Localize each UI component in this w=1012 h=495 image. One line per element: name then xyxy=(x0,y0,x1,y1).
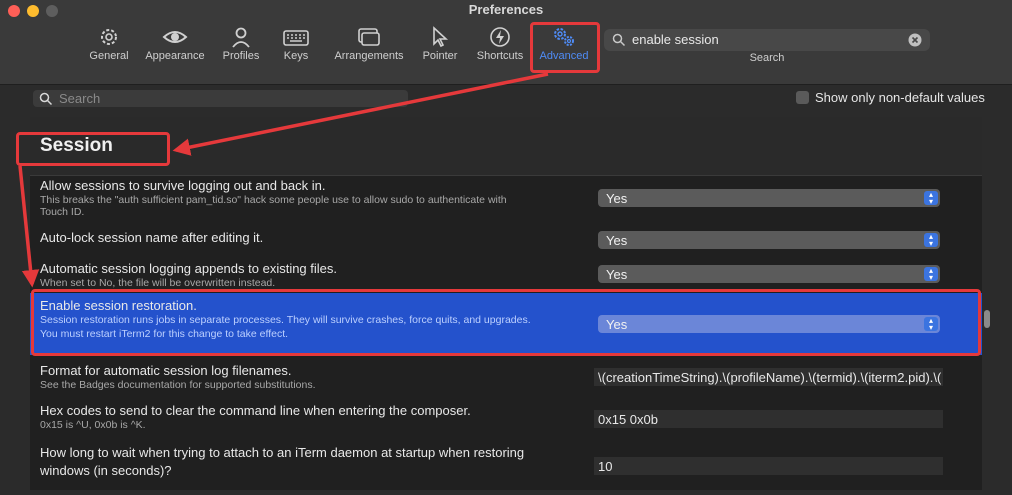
tab-label: General xyxy=(89,50,129,62)
popup-chevron-icon: ▴ ▾ xyxy=(924,233,938,248)
window-title: Preferences xyxy=(468,2,544,17)
setting-text-field[interactable]: \(creationTimeString).\(profileName).\(t… xyxy=(594,368,943,386)
bolt-icon xyxy=(490,27,510,47)
clear-search-icon[interactable] xyxy=(908,33,922,47)
tab-arrangements[interactable]: Arrangements xyxy=(330,26,408,68)
popup-chevron-icon: ▴ ▾ xyxy=(924,267,938,282)
magnifier-icon xyxy=(39,92,53,106)
text-field-value: 0x15 0x0b xyxy=(598,412,658,427)
section-header: Session xyxy=(30,117,984,176)
tab-label: Shortcuts xyxy=(476,50,524,62)
tab-pointer[interactable]: Pointer xyxy=(418,26,462,68)
preferences-search-field[interactable]: enable session xyxy=(604,29,930,51)
setting-title: Format for automatic session log filenam… xyxy=(40,363,292,378)
person-icon xyxy=(232,27,250,48)
popup-value: Yes xyxy=(606,233,628,248)
keyboard-icon xyxy=(283,30,309,46)
annotation-box-selected-row xyxy=(31,289,981,356)
setting-row[interactable]: Automatic session logging appends to exi… xyxy=(30,259,984,291)
setting-popup[interactable]: Yes ▴ ▾ xyxy=(598,231,940,249)
setting-popup[interactable]: Yes ▴ ▾ xyxy=(598,189,940,207)
tab-label: Pointer xyxy=(422,50,458,62)
setting-description: Touch ID. xyxy=(40,206,85,218)
annotation-box-advanced xyxy=(530,22,600,73)
setting-popup[interactable]: Yes ▴ ▾ xyxy=(598,265,940,283)
setting-title-line2: windows (in seconds)? xyxy=(40,463,172,478)
text-field-value: 10 xyxy=(598,459,613,474)
setting-row[interactable]: Hex codes to send to clear the command l… xyxy=(30,403,984,435)
tab-label: Profiles xyxy=(222,50,260,62)
pointer-icon xyxy=(433,26,449,48)
tab-label: Appearance xyxy=(145,50,205,62)
setting-title: Auto-lock session name after editing it. xyxy=(40,230,264,245)
scrollbar-thumb[interactable] xyxy=(984,310,990,328)
setting-row[interactable]: Auto-lock session name after editing it.… xyxy=(30,227,984,255)
setting-description: 0x15 is ^U, 0x0b is ^K. xyxy=(40,419,146,431)
text-field-value: \(creationTimeString).\(profileName).\(t… xyxy=(598,370,941,385)
title-bar: Preferences General Appearance Profiles … xyxy=(0,0,1012,85)
setting-row[interactable]: How long to wait when trying to attach t… xyxy=(30,442,984,482)
tab-profiles[interactable]: Profiles xyxy=(218,26,264,68)
setting-row[interactable]: Format for automatic session log filenam… xyxy=(30,361,984,393)
tab-general[interactable]: General xyxy=(86,26,132,68)
tab-keys[interactable]: Keys xyxy=(276,26,316,68)
popup-value: Yes xyxy=(606,191,628,206)
popup-value: Yes xyxy=(606,267,628,282)
tab-label: Keys xyxy=(283,50,309,62)
setting-text-field[interactable]: 10 xyxy=(594,457,943,475)
filter-placeholder: Search xyxy=(59,91,101,106)
setting-text-field[interactable]: 0x15 0x0b xyxy=(594,410,943,428)
show-non-default-label: Show only non-default values xyxy=(815,90,985,105)
show-non-default-checkbox[interactable] xyxy=(796,91,809,104)
setting-description: When set to No, the file will be overwri… xyxy=(40,277,276,289)
search-label: Search xyxy=(749,52,785,64)
vertical-scrollbar[interactable] xyxy=(982,117,994,490)
setting-description: This breaks the "auth sufficient pam_tid… xyxy=(40,194,507,206)
annotation-box-session xyxy=(16,132,170,166)
tab-appearance[interactable]: Appearance xyxy=(142,26,208,68)
popup-chevron-icon: ▴ ▾ xyxy=(924,191,938,206)
setting-description: See the Badges documentation for support… xyxy=(40,379,316,391)
setting-title: Allow sessions to survive logging out an… xyxy=(40,178,326,193)
tab-shortcuts[interactable]: Shortcuts xyxy=(472,26,528,68)
setting-title: How long to wait when trying to attach t… xyxy=(40,445,525,460)
windows-icon xyxy=(358,28,380,46)
setting-row[interactable]: Allow sessions to survive logging out an… xyxy=(30,177,984,218)
gear-icon xyxy=(101,29,117,45)
setting-title: Automatic session logging appends to exi… xyxy=(40,261,338,276)
setting-title: Hex codes to send to clear the command l… xyxy=(40,403,471,418)
eye-icon xyxy=(162,31,188,43)
tab-label: Arrangements xyxy=(334,50,404,62)
advanced-filter-field[interactable]: Search xyxy=(33,90,408,107)
magnifier-icon xyxy=(612,33,626,47)
search-value: enable session xyxy=(632,32,719,47)
